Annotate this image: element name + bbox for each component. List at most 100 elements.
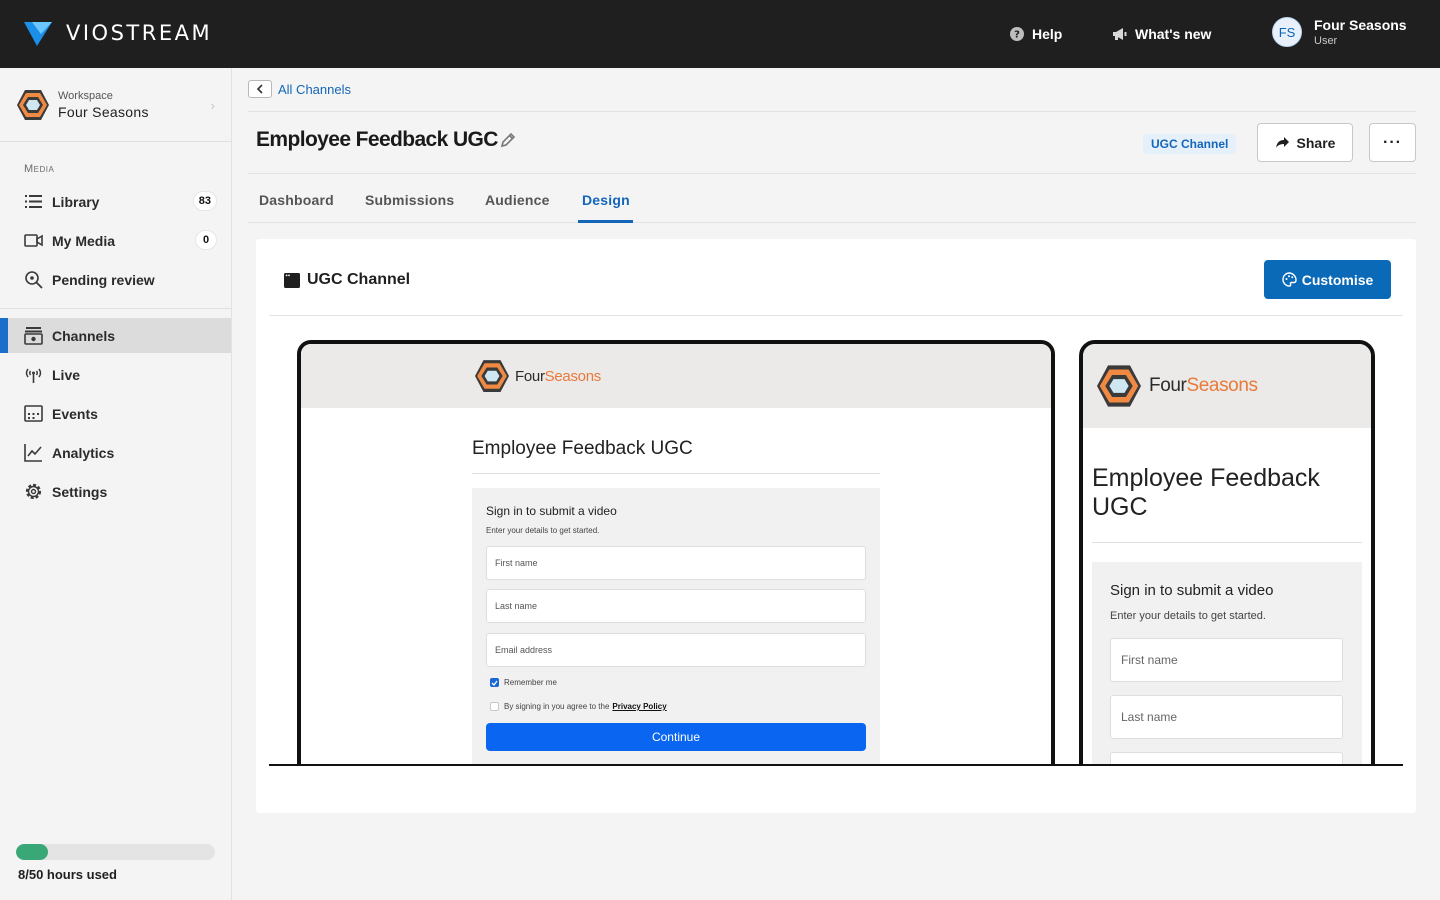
sidebar-item-channels[interactable]: Channels [0,318,231,353]
workspace-name: Four Seasons [58,103,149,120]
section-title-media: Media [24,163,55,175]
preview-brand-text: FourSeasons [1149,375,1258,397]
sidebar-item-pending-review[interactable]: Pending review [0,262,231,297]
sidebar-item-analytics[interactable]: Analytics [0,435,231,470]
privacy-prefix: By signing in you agree to the [504,702,610,711]
sidebar-item-label: Settings [52,483,108,500]
channel-type-badge: UGC Channel [1143,134,1237,154]
usage-text: 8/50 hours used [18,867,117,882]
help-link[interactable]: ? Help [1010,26,1062,42]
sidebar-item-label: Analytics [52,444,115,461]
customise-button[interactable]: Customise [1264,260,1391,299]
sidebar-item-label: Events [52,405,98,422]
channels-icon [24,327,43,345]
pencil-icon [500,132,516,148]
brand-name: VIOSTREAM [66,21,213,45]
page-title: Employee Feedback UGC [256,128,498,151]
chevron-right-icon: › [210,98,215,113]
last-name-field: Last name [486,589,866,623]
viostream-logo-icon [24,22,52,46]
palette-icon [1282,272,1297,287]
whats-new-link[interactable]: What's new [1112,26,1211,42]
more-options-button[interactable]: ··· [1369,123,1416,162]
logo-seasons: Seasons [544,367,602,385]
design-preview-area: FourSeasons Employee Feedback UGC Sign i… [269,316,1403,766]
tab-bar: Dashboard Submissions Audience Design [248,180,1416,223]
preview-title: Employee Feedback UGC [472,438,693,459]
preview-continue-button: Continue [486,723,866,751]
divider [1092,542,1362,543]
megaphone-icon [1113,28,1127,40]
sidebar-item-label: Live [52,366,81,383]
desktop-preview: FourSeasons Employee Feedback UGC Sign i… [297,340,1055,764]
workspace-switcher[interactable]: Workspace Four Seasons › [0,68,231,142]
sidebar: Workspace Four Seasons › Media Library 8… [0,68,232,900]
share-label: Share [1296,134,1336,151]
sidebar-item-label: Pending review [52,271,155,288]
svg-text:?: ? [1014,30,1020,41]
preview-sign-in-form: Sign in to submit a video Enter your det… [472,488,880,764]
divider [472,473,880,474]
preview-sign-in-form: Sign in to submit a video Enter your det… [1092,562,1362,764]
mobile-preview: FourSeasons Employee Feedback UGC Sign i… [1079,340,1375,764]
video-camera-icon [24,234,43,247]
whats-new-label: What's new [1135,26,1212,42]
sidebar-item-events[interactable]: Events [0,396,231,431]
card-title-text: UGC Channel [307,271,411,288]
sidebar-item-library[interactable]: Library 83 [0,184,231,219]
preview-brand-text: FourSeasons [515,368,601,385]
usage-progress-fill [16,844,48,860]
more-icon: ··· [1383,133,1402,151]
user-menu[interactable]: FS Four Seasons User [1272,17,1440,47]
chart-icon [24,444,42,462]
tab-submissions[interactable]: Submissions [365,192,454,208]
window-icon [284,272,300,288]
chevron-left-icon [256,84,263,94]
remember-me-row: Remember me [490,678,557,687]
all-channels-link[interactable]: All Channels [278,82,351,97]
logo-seasons: Seasons [1186,375,1258,396]
gear-icon [25,483,42,500]
privacy-policy-link: Privacy Policy [612,702,667,711]
user-role: User [1314,35,1338,47]
tab-design[interactable]: Design [582,192,630,208]
card-title: UGC Channel [284,271,410,289]
share-arrow-icon [1275,137,1289,148]
tab-audience[interactable]: Audience [485,192,550,208]
list-icon [25,195,42,208]
help-label: Help [1032,26,1063,42]
top-bar: VIOSTREAM ? Help What's new FS Four Seas… [0,0,1440,68]
magnify-icon [25,271,43,289]
preview-header: FourSeasons [1083,344,1371,428]
usage-progress-bar [16,844,215,860]
tab-dashboard[interactable]: Dashboard [259,192,334,208]
divider [248,111,1416,112]
preview-brand-logo: FourSeasons [1095,364,1258,408]
help-icon: ? [1010,27,1024,41]
share-button[interactable]: Share [1257,123,1353,162]
brand-logo[interactable]: VIOSTREAM [24,20,212,46]
broadcast-icon [25,368,42,383]
logo-four: Four [1149,375,1187,396]
sidebar-item-my-media[interactable]: My Media 0 [0,223,231,258]
workspace-meta: Workspace Four Seasons [58,90,149,120]
form-subtitle: Enter your details to get started. [1110,610,1266,622]
first-name-field: First name [486,546,866,580]
logo-four: Four [515,367,545,385]
sidebar-item-label: Channels [52,327,116,344]
edit-title-button[interactable] [499,131,517,154]
sidebar-item-live[interactable]: Live [0,357,231,392]
calendar-icon [24,405,43,422]
my-media-count-badge: 0 [195,230,217,250]
form-subtitle: Enter your details to get started. [486,526,600,535]
active-tab-indicator [578,220,633,223]
breadcrumb: All Channels [248,80,351,98]
workspace-label: Workspace [58,89,113,102]
sidebar-item-settings[interactable]: Settings [0,474,231,509]
preview-header: FourSeasons [301,344,1051,408]
design-card: UGC Channel Customise FourSeasons Employ… [256,239,1416,813]
avatar: FS [1272,17,1302,47]
fourseasons-logo-icon [1097,365,1141,407]
preview-title: Employee Feedback UGC [1092,464,1320,521]
back-button[interactable] [248,80,272,98]
